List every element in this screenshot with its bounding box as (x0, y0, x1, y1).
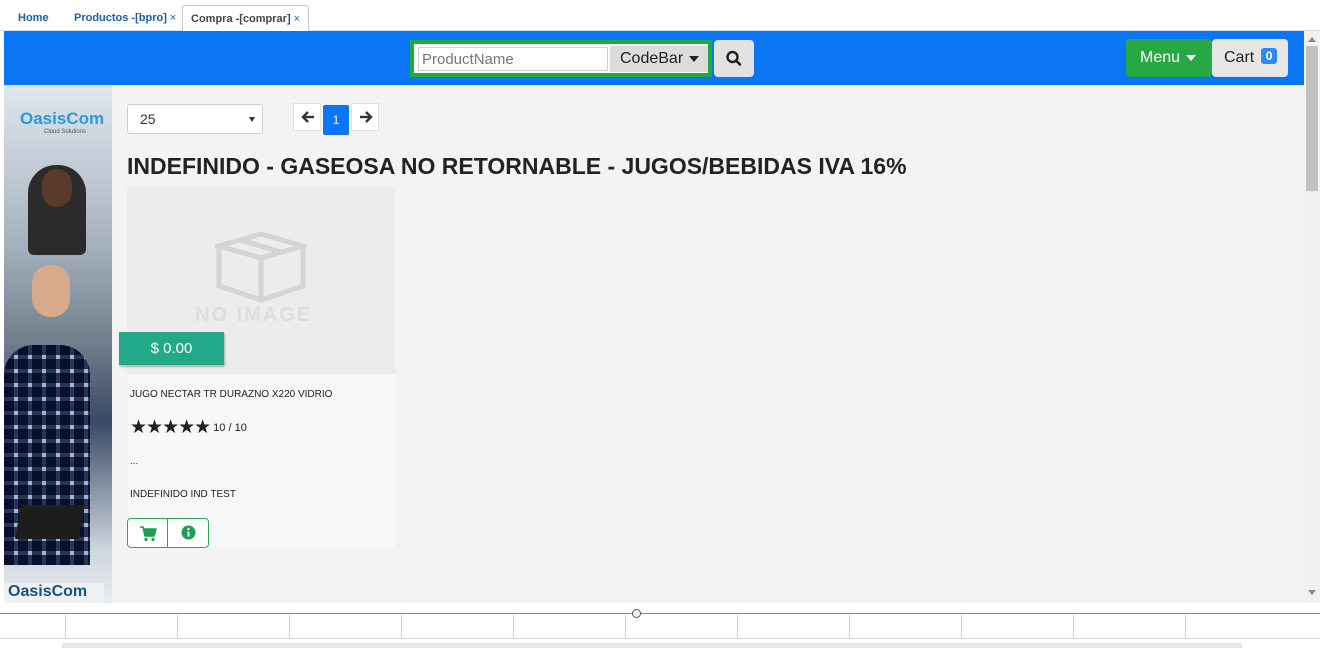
banner-face (32, 265, 70, 317)
tab-compra-label: Compra -[comprar] (191, 13, 291, 25)
banner-laptop (15, 505, 85, 539)
arrow-left-icon (301, 111, 314, 123)
search-icon (726, 50, 742, 66)
tab-bar: Home Productos -[bpro] × Compra -[comprar… (0, 0, 1320, 31)
grid-divider (961, 615, 962, 639)
cart-label: Cart (1224, 49, 1255, 66)
search-group: CodeBar (410, 40, 712, 77)
product-description: ... (130, 456, 139, 467)
scroll-thumb[interactable] (1306, 46, 1318, 191)
oasiscom-logo: OasisCom (20, 109, 105, 128)
grid-divider (1185, 615, 1186, 639)
menu-label: Menu (1140, 49, 1181, 66)
search-button[interactable] (714, 40, 754, 77)
oasiscom-logo-bottom: OasisCom (4, 583, 104, 603)
search-mode-label: CodeBar (620, 50, 684, 67)
grid-divider (65, 615, 66, 639)
close-icon[interactable]: × (294, 13, 300, 25)
grid-divider (849, 615, 850, 639)
product-card: NO IMAGE $ 0.00 JUGO NECTAR TR DURAZNO X… (119, 186, 395, 548)
tab-home[interactable]: Home (10, 5, 57, 31)
grid-divider (177, 615, 178, 639)
rating-stars: ★★★★★ 10 / 10 (130, 416, 247, 439)
content-frame: CodeBar Menu Cart 0 OasisCom Cloud Solut… (4, 31, 1320, 603)
tab-productos[interactable]: Productos -[bpro] × (66, 5, 184, 31)
info-icon (181, 525, 196, 540)
grid-divider (513, 615, 514, 639)
product-brand: INDEFINIDO IND TEST (130, 489, 236, 500)
category-heading: INDEFINIDO - GASEOSA NO RETORNABLE - JUG… (127, 153, 907, 179)
caret-down-icon (689, 55, 700, 62)
page-size-value: 25 (140, 111, 156, 127)
banner-person (28, 165, 86, 255)
current-page-button[interactable]: 1 (323, 105, 349, 135)
price-tag: $ 0.00 (119, 332, 224, 365)
banner-face (42, 169, 72, 207)
search-input[interactable] (418, 47, 608, 71)
bottom-strip (0, 603, 1320, 648)
grid-divider (1073, 615, 1074, 639)
menu-button[interactable]: Menu (1126, 39, 1212, 77)
rating-text: 10 / 10 (213, 422, 247, 434)
close-icon[interactable]: × (170, 12, 176, 24)
scroll-up-icon[interactable] (1308, 37, 1316, 42)
cart-count-badge: 0 (1260, 48, 1278, 64)
caret-down-icon (1186, 54, 1197, 61)
tab-productos-label: Productos -[bpro] (74, 12, 167, 24)
vertical-scrollbar[interactable] (1304, 31, 1320, 603)
frame-border (0, 613, 1320, 614)
cart-icon (140, 526, 157, 542)
tab-home-label: Home (18, 12, 49, 24)
grid-divider (625, 615, 626, 639)
cart-button[interactable]: Cart 0 (1212, 39, 1288, 77)
side-banner-image: OasisCom Cloud Solutions OasisCom (4, 85, 112, 603)
product-actions (127, 518, 209, 548)
scroll-down-icon[interactable] (1308, 590, 1316, 595)
arrow-right-icon (360, 111, 373, 123)
grid-row (0, 615, 1320, 639)
sheet-scrollbar[interactable] (62, 643, 1242, 648)
search-mode-dropdown[interactable]: CodeBar (610, 46, 708, 72)
tab-compra[interactable]: Compra -[comprar] × (182, 5, 310, 31)
no-image-text: NO IMAGE (195, 304, 313, 326)
product-image[interactable]: NO IMAGE $ 0.00 (119, 186, 395, 374)
next-page-button[interactable] (351, 103, 379, 131)
add-to-cart-button[interactable] (128, 519, 168, 547)
product-name[interactable]: JUGO NECTAR TR DURAZNO X220 VIDRIO (130, 389, 332, 400)
logo-subtitle: Cloud Solutions (44, 129, 87, 135)
product-info-button[interactable] (169, 519, 208, 547)
page-size-select[interactable]: 25 (127, 104, 263, 134)
stars-icon: ★★★★★ (130, 417, 211, 438)
grid-divider (737, 615, 738, 639)
prev-page-button[interactable] (293, 103, 321, 131)
top-navbar: CodeBar Menu Cart 0 (4, 31, 1320, 85)
no-image-box-icon (215, 231, 307, 303)
grid-divider (289, 615, 290, 639)
dropdown-arrow-icon (249, 117, 255, 122)
grid-divider (401, 615, 402, 639)
